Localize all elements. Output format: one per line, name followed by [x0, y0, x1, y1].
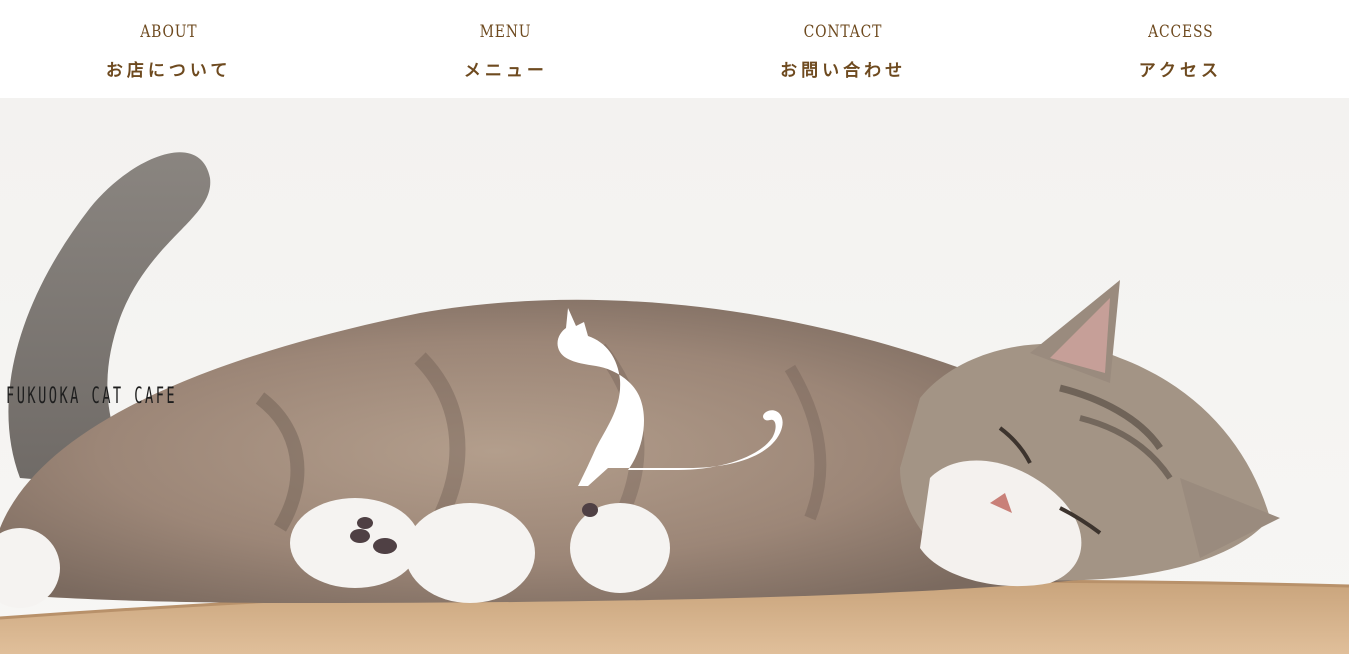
nav-label-en: CONTACT [803, 22, 883, 42]
nav-label-en: MENU [480, 22, 532, 42]
cat-silhouette-icon [548, 308, 798, 488]
hero-image: FUKUOKA CAT CAFE [0, 98, 1349, 654]
logo-text: FUKUOKA CAT CAFE [6, 384, 178, 409]
nav-item-about[interactable]: ABOUT お店について [0, 0, 337, 98]
nav-label-jp: アクセス [1138, 61, 1222, 81]
nav-item-menu[interactable]: MENU メニュー [337, 0, 674, 98]
nav-label-en: ABOUT [140, 22, 198, 42]
nav-item-contact[interactable]: CONTACT お問い合わせ [675, 0, 1012, 98]
nav-label-jp: お問い合わせ [780, 61, 907, 81]
nav-label-jp: お店について [105, 61, 232, 81]
main-nav: ABOUT お店について MENU メニュー CONTACT お問い合わせ AC… [0, 0, 1349, 98]
nav-label-jp: メニュー [463, 61, 548, 81]
nav-item-access[interactable]: ACCESS アクセス [1012, 0, 1349, 98]
nav-label-en: ACCESS [1147, 22, 1214, 42]
